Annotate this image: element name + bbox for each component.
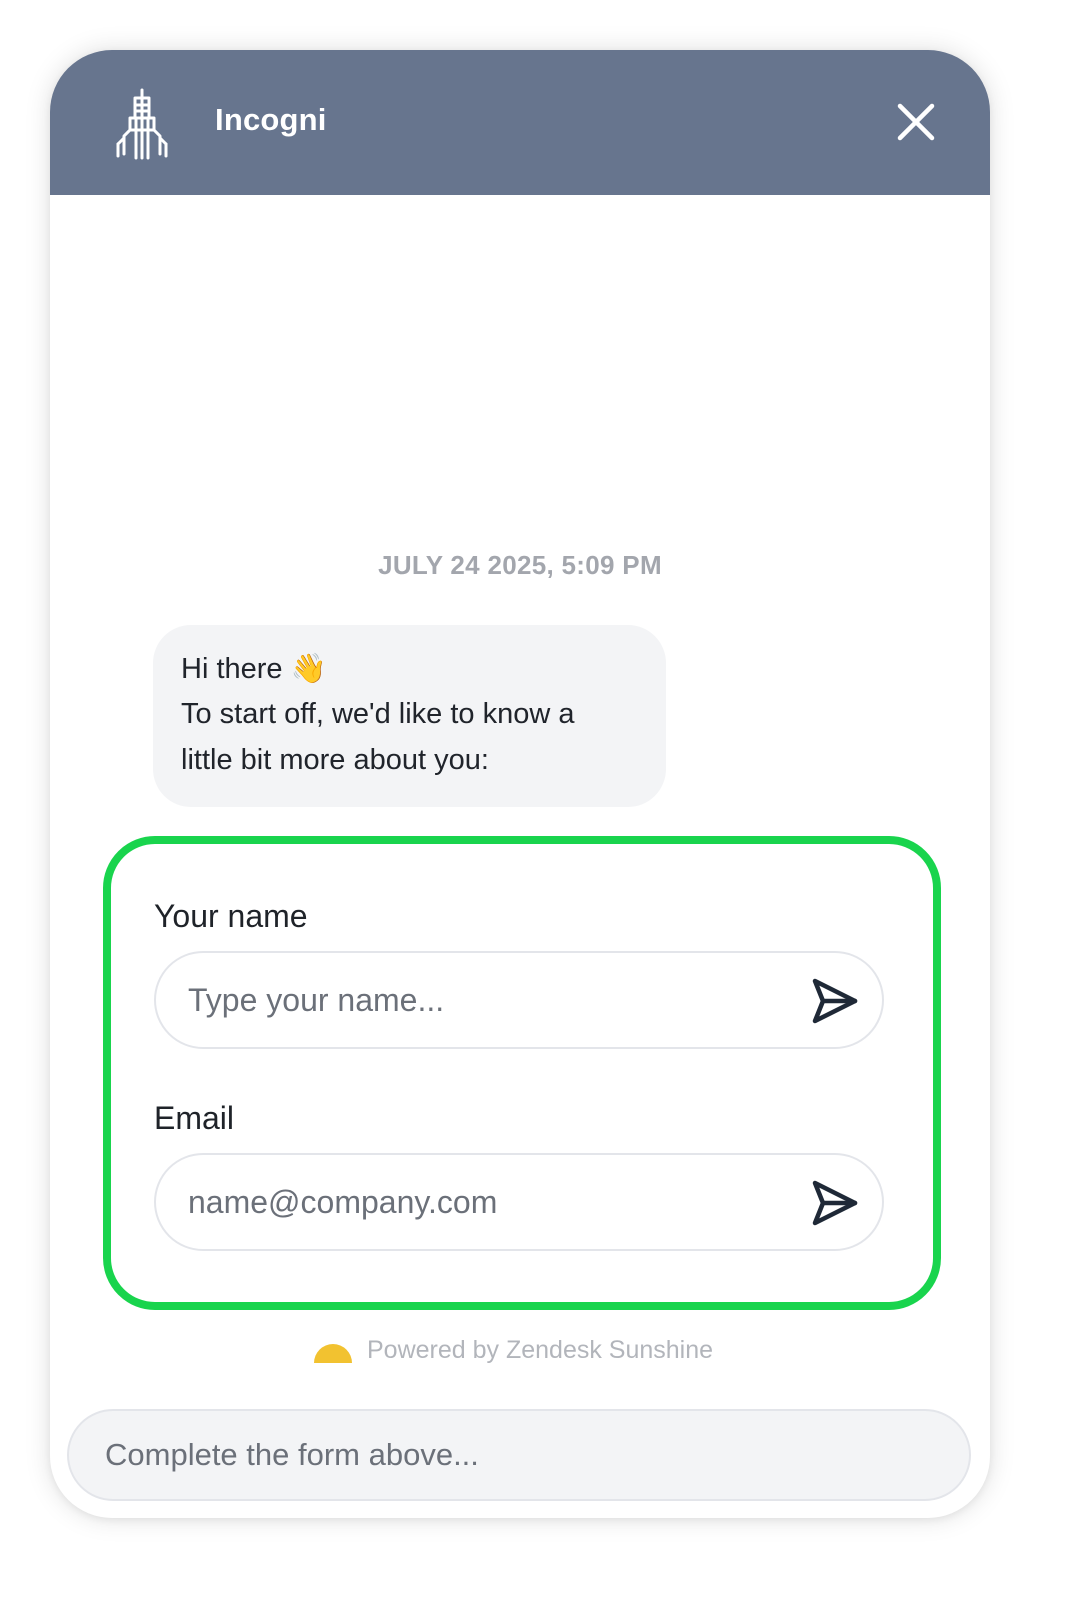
powered-by-text: Powered by Zendesk Sunshine bbox=[367, 1335, 714, 1364]
close-icon[interactable] bbox=[895, 101, 937, 143]
composer-input[interactable] bbox=[105, 1411, 925, 1499]
name-input[interactable] bbox=[188, 953, 788, 1047]
message-timestamp: JULY 24 2025, 5:09 PM bbox=[378, 550, 662, 580]
zendesk-sun-icon bbox=[314, 1344, 352, 1363]
email-field bbox=[154, 1153, 884, 1251]
agent-message-bubble: Hi there 👋 To start off, we'd like to kn… bbox=[153, 625, 666, 807]
name-field bbox=[154, 951, 884, 1049]
email-field-label: Email bbox=[154, 1100, 235, 1136]
send-arrow-icon[interactable] bbox=[810, 1178, 860, 1228]
message-composer bbox=[67, 1409, 971, 1501]
message-line-greeting: Hi there 👋 bbox=[181, 653, 327, 685]
contact-form-card: Your name Email bbox=[103, 836, 941, 1310]
skyscraper-logo-icon bbox=[116, 88, 168, 160]
message-line-intro: To start off, we'd like to know a bbox=[181, 698, 575, 730]
powered-by-link[interactable]: Powered by Zendesk Sunshine bbox=[313, 1334, 713, 1366]
email-input[interactable] bbox=[188, 1155, 788, 1249]
send-arrow-icon[interactable] bbox=[810, 976, 860, 1026]
chat-header: Incogni bbox=[50, 50, 990, 195]
name-field-label: Your name bbox=[154, 898, 308, 934]
message-line-request: little bit more about you: bbox=[181, 744, 489, 776]
chat-widget: Incogni JULY 24 2025, 5:09 PM Hi there 👋… bbox=[50, 50, 990, 1518]
chat-title: Incogni bbox=[215, 102, 327, 137]
